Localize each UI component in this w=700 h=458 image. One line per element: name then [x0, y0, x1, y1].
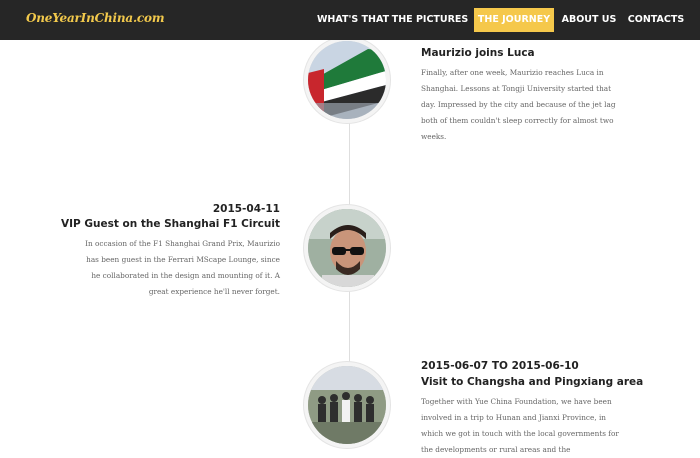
entry-text: Together with Yue China Foundation, we h… [421, 397, 619, 454]
nav-item-whats-that[interactable]: WHAT'S THAT [316, 8, 390, 32]
nav-item-contacts[interactable]: CONTACTS [623, 8, 689, 32]
entry-date: 2015-06-07 TO 2015-06-10 [421, 360, 579, 372]
top-navbar: OneYearInChina.com WHAT'S THAT THE PICTU… [0, 0, 700, 40]
entry-text: Finally, after one week, Maurizio reache… [421, 68, 616, 141]
entry-title: VIP Guest on the Shanghai F1 Circuit [60, 218, 280, 230]
nav-item-the-pictures[interactable]: THE PICTURES [391, 8, 469, 32]
entry-photo-selfie [304, 205, 390, 291]
entry-title: Visit to Changsha and Pingxiang area [421, 376, 644, 388]
entry-title: Maurizio joins Luca [421, 47, 535, 59]
nav-item-about-us[interactable]: ABOUT US [558, 8, 620, 32]
entry-text: In occasion of the F1 Shanghai Grand Pri… [85, 239, 280, 296]
group-photo-image [308, 366, 386, 444]
site-logo[interactable]: OneYearInChina.com [26, 11, 165, 25]
selfie-image [308, 209, 386, 287]
entry-date: 2015-04-11 [212, 203, 280, 215]
entry-photo-group [304, 362, 390, 448]
entry-photo-airplane [304, 37, 390, 123]
airplane-tail-image [308, 41, 386, 119]
nav-item-the-journey[interactable]: THE JOURNEY [474, 8, 554, 32]
